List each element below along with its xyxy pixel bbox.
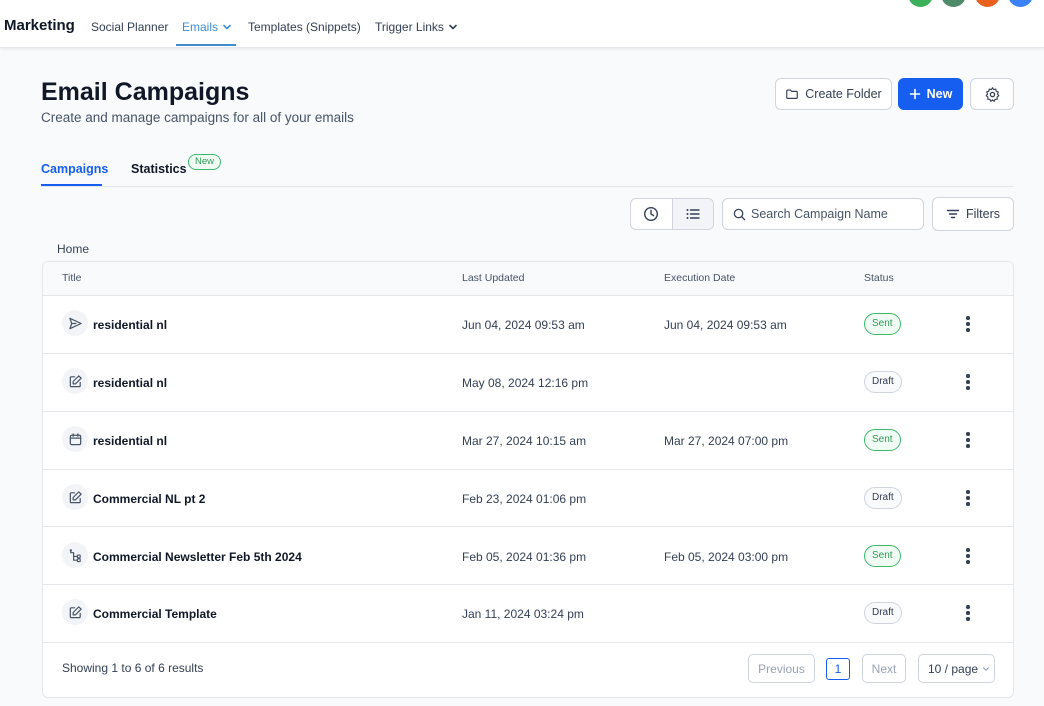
breadcrumb[interactable]: Home: [57, 242, 89, 256]
campaign-title[interactable]: residential nl: [93, 434, 167, 448]
last-updated: May 08, 2024 12:16 pm: [462, 376, 589, 390]
edit-icon: [62, 599, 88, 625]
status-badge: Sent: [864, 429, 901, 451]
edit-icon: [62, 368, 88, 394]
status-badge: Draft: [864, 602, 902, 624]
campaign-title[interactable]: Commercial Template: [93, 607, 217, 621]
campaign-title[interactable]: Commercial Newsletter Feb 5th 2024: [93, 550, 302, 564]
nav-social-planner[interactable]: Social Planner: [91, 20, 168, 34]
filters-button[interactable]: Filters: [932, 197, 1014, 231]
top-nav: Marketing Social Planner Emails Template…: [0, 0, 1044, 48]
page-number-button[interactable]: 1: [826, 658, 850, 680]
row-actions-icon[interactable]: [961, 372, 975, 392]
avatar[interactable]: [1008, 0, 1033, 7]
filter-icon: [946, 209, 960, 219]
folder-icon: [786, 89, 799, 99]
list-view-button[interactable]: [671, 199, 713, 229]
gear-icon: [985, 86, 999, 102]
column-header-status[interactable]: Status: [864, 272, 894, 284]
tab-statistics[interactable]: Statistics: [131, 162, 187, 176]
create-folder-button[interactable]: Create Folder: [775, 78, 892, 110]
active-nav-indicator: [176, 44, 236, 46]
recent-view-button[interactable]: [631, 199, 672, 229]
previous-button[interactable]: Previous: [748, 654, 815, 683]
avatar[interactable]: [975, 0, 1000, 7]
chevron-down-icon: [223, 24, 231, 30]
column-header-last-updated[interactable]: Last Updated: [462, 272, 524, 284]
row-actions-icon[interactable]: [961, 488, 975, 508]
avatar[interactable]: [908, 0, 933, 7]
view-toggle: [630, 198, 714, 230]
nav-trigger-links[interactable]: Trigger Links: [375, 20, 458, 34]
execution-date: Jun 04, 2024 09:53 am: [664, 318, 787, 332]
nav-label: Social Planner: [91, 20, 169, 34]
filters-label: Filters: [965, 207, 1001, 221]
row-actions-icon[interactable]: [961, 430, 975, 450]
new-badge: New: [188, 154, 222, 170]
nav-label: Emails: [182, 20, 219, 34]
table-row[interactable]: residential nl Mar 27, 2024 10:15 am Mar…: [43, 412, 1013, 470]
status-badge: Draft: [864, 371, 902, 393]
results-summary: Showing 1 to 6 of 6 results: [62, 661, 204, 675]
campaigns-table: Title Last Updated Execution Date Status…: [42, 261, 1014, 698]
status-badge: Draft: [864, 487, 902, 509]
table-header: Title Last Updated Execution Date Status: [43, 262, 1013, 296]
search-icon: [733, 208, 746, 220]
table-row[interactable]: Commercial NL pt 2 Feb 23, 2024 01:06 pm…: [43, 470, 1013, 527]
column-header-title[interactable]: Title: [62, 272, 81, 284]
nav-label: Templates (Snippets): [248, 20, 361, 34]
workflow-icon: [62, 542, 88, 568]
page-size-label: 10 / page: [928, 661, 979, 676]
chevron-down-icon: [983, 666, 990, 671]
last-updated: Jun 04, 2024 09:53 am: [462, 318, 585, 332]
table-row[interactable]: Commercial Newsletter Feb 5th 2024 Feb 0…: [43, 527, 1013, 585]
last-updated: Feb 23, 2024 01:06 pm: [462, 492, 587, 506]
page-subtitle: Create and manage campaigns for all of y…: [41, 110, 354, 125]
row-actions-icon[interactable]: [961, 546, 975, 566]
column-header-execution-date[interactable]: Execution Date: [664, 272, 735, 284]
table-row[interactable]: residential nl May 08, 2024 12:16 pm Dra…: [43, 354, 1013, 412]
tab-campaigns[interactable]: Campaigns: [41, 162, 108, 176]
execution-date: Mar 27, 2024 07:00 pm: [664, 434, 789, 448]
campaign-title[interactable]: residential nl: [93, 376, 167, 390]
create-folder-label: Create Folder: [805, 87, 882, 101]
new-label: New: [926, 87, 953, 101]
avatar[interactable]: [941, 0, 966, 7]
chevron-down-icon: [449, 24, 457, 30]
calendar-icon: [62, 426, 88, 452]
execution-date: Feb 05, 2024 03:00 pm: [664, 550, 789, 564]
last-updated: Feb 05, 2024 01:36 pm: [462, 550, 587, 564]
page-title: Email Campaigns: [41, 78, 250, 106]
campaign-title[interactable]: residential nl: [93, 318, 167, 332]
page-size-select[interactable]: 10 / page: [918, 654, 995, 683]
nav-label: Trigger Links: [375, 20, 444, 34]
nav-emails[interactable]: Emails: [182, 20, 232, 34]
app-title: Marketing: [4, 17, 75, 34]
settings-button[interactable]: [970, 78, 1014, 110]
campaign-title[interactable]: Commercial NL pt 2: [93, 492, 205, 506]
row-actions-icon[interactable]: [961, 603, 975, 623]
search-box: [722, 198, 924, 230]
list-icon: [686, 209, 700, 219]
next-button[interactable]: Next: [862, 654, 906, 683]
row-actions-icon[interactable]: [961, 314, 975, 334]
send-icon: [62, 310, 88, 336]
status-badge: Sent: [864, 545, 901, 567]
table-row[interactable]: residential nl Jun 04, 2024 09:53 am Jun…: [43, 296, 1013, 354]
last-updated: Mar 27, 2024 10:15 am: [462, 434, 587, 448]
status-badge: Sent: [864, 313, 901, 335]
nav-templates[interactable]: Templates (Snippets): [248, 20, 361, 34]
new-button[interactable]: New: [898, 78, 963, 110]
plus-icon: [909, 88, 920, 100]
edit-icon: [62, 484, 88, 510]
table-row[interactable]: Commercial Template Jan 11, 2024 03:24 p…: [43, 585, 1013, 643]
search-input[interactable]: [751, 207, 921, 221]
tabs-divider: [41, 186, 1014, 187]
last-updated: Jan 11, 2024 03:24 pm: [462, 607, 584, 621]
clock-icon: [644, 206, 659, 222]
